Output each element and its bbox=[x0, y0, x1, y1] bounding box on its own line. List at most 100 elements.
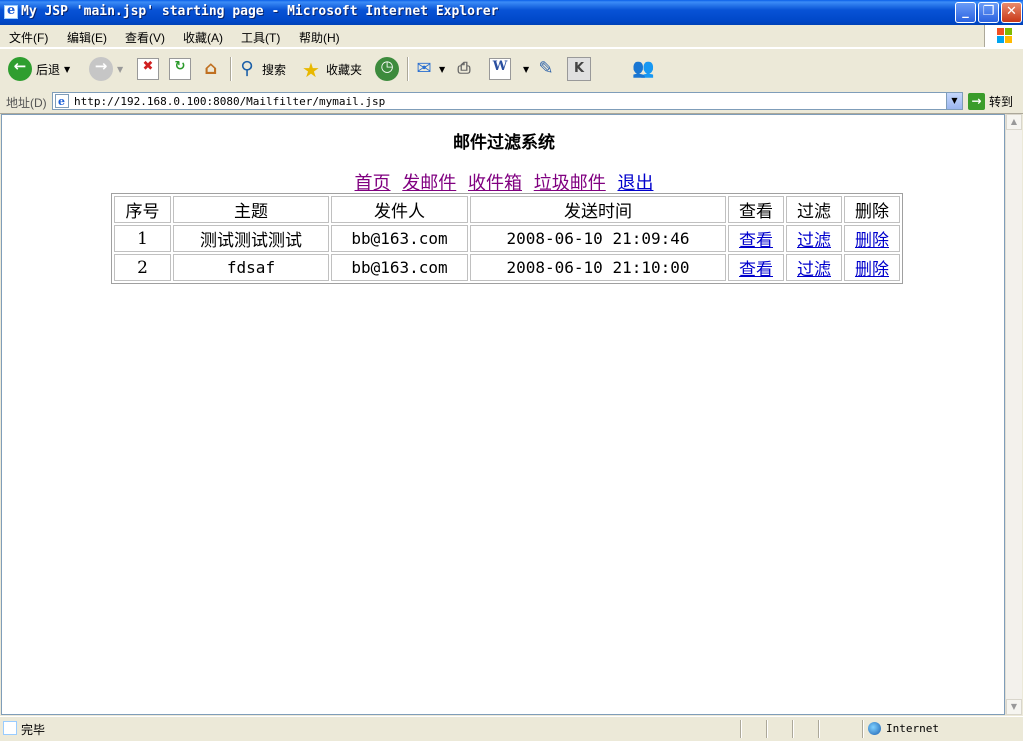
stop-icon: ✖ bbox=[137, 58, 159, 80]
close-button[interactable]: ✕ bbox=[1001, 2, 1022, 23]
k-icon: K bbox=[567, 57, 591, 81]
printer-icon: ⎙ bbox=[457, 58, 471, 77]
go-label: 转到 bbox=[989, 94, 1014, 109]
scroll-up-icon[interactable]: ▲ bbox=[1006, 114, 1022, 130]
mail-button[interactable]: ✉ ▼ bbox=[413, 55, 445, 83]
cell-subject: 测试测试测试 bbox=[173, 225, 329, 252]
search-icon: ⚲ bbox=[240, 58, 254, 79]
col-header-sender: 发件人 bbox=[331, 196, 468, 223]
mail-table: 序号 主题 发件人 发送时间 查看 过滤 删除 1 测试测试测试 bb@163.… bbox=[111, 193, 903, 284]
nav-spam-link[interactable]: 垃圾邮件 bbox=[534, 173, 606, 194]
page-viewport: 邮件过滤系统 首页 发邮件 收件箱 垃圾邮件 退出 序号 主题 发件人 发送时间… bbox=[1, 114, 1005, 715]
star-icon: ★ bbox=[302, 58, 320, 82]
filter-link[interactable]: 过滤 bbox=[797, 260, 831, 280]
address-input[interactable]: e http://192.168.0.100:8080/Mailfilter/m… bbox=[52, 92, 963, 110]
cell-number: 1 bbox=[114, 225, 171, 252]
cell-number: 2 bbox=[114, 254, 171, 281]
favorites-label: 收藏夹 bbox=[326, 62, 363, 77]
nav-compose-link[interactable]: 发邮件 bbox=[402, 173, 456, 194]
menu-file[interactable]: 文件(F) bbox=[9, 29, 48, 46]
col-header-delete: 删除 bbox=[844, 196, 900, 223]
search-button[interactable]: ⚲ 搜索 bbox=[236, 55, 286, 83]
print-button[interactable]: ⎙ bbox=[453, 55, 475, 83]
page-done-icon bbox=[3, 721, 17, 735]
word-icon: W bbox=[489, 58, 511, 80]
nav-logout-link[interactable]: 退出 bbox=[617, 173, 653, 194]
table-header-row: 序号 主题 发件人 发送时间 查看 过滤 删除 bbox=[114, 196, 900, 223]
stop-button[interactable]: ✖ bbox=[137, 55, 159, 83]
quill-icon: ✎ bbox=[538, 58, 554, 79]
k-tool-button[interactable]: K bbox=[567, 55, 591, 83]
svg-text:e: e bbox=[58, 95, 65, 108]
forward-button[interactable]: → ▼ bbox=[89, 55, 123, 83]
home-button[interactable]: ⌂ bbox=[200, 55, 222, 83]
cell-subject: fdsaf bbox=[173, 254, 329, 281]
address-label: 地址(D) bbox=[6, 96, 47, 110]
history-icon: ◷ bbox=[375, 57, 399, 81]
cell-sender: bb@163.com bbox=[331, 225, 468, 252]
refresh-icon: ↻ bbox=[169, 58, 191, 80]
view-link[interactable]: 查看 bbox=[739, 231, 773, 251]
col-header-filter: 过滤 bbox=[786, 196, 842, 223]
menu-edit[interactable]: 编辑(E) bbox=[67, 29, 107, 46]
address-url: http://192.168.0.100:8080/Mailfilter/mym… bbox=[74, 95, 386, 108]
col-header-time: 发送时间 bbox=[470, 196, 726, 223]
back-button[interactable]: ← 后退 ▼ bbox=[8, 55, 70, 83]
search-label: 搜索 bbox=[262, 62, 287, 77]
messenger-icon: 👥 bbox=[632, 58, 655, 79]
cell-sender: bb@163.com bbox=[331, 254, 468, 281]
scroll-down-icon[interactable]: ▼ bbox=[1006, 699, 1022, 715]
ie-page-icon: e bbox=[55, 94, 69, 108]
messenger-button[interactable]: 👥 bbox=[632, 55, 654, 83]
go-arrow-icon: → bbox=[968, 92, 985, 110]
forward-dropdown-icon[interactable]: ▼ bbox=[117, 65, 123, 74]
messenger-tool-button[interactable]: ✎ bbox=[535, 55, 557, 83]
cell-time: 2008-06-10 21:09:46 bbox=[470, 225, 726, 252]
windows-logo-icon bbox=[984, 25, 1023, 47]
nav-links: 首页 发邮件 收件箱 垃圾邮件 退出 bbox=[2, 169, 1004, 195]
history-button[interactable]: ◷ bbox=[375, 55, 399, 83]
minimize-button[interactable]: _ bbox=[955, 2, 976, 23]
toolbar: ← 后退 ▼ → ▼ ✖ ↻ ⌂ ⚲ 搜索 ★ 收藏夹 ◷ ✉ ▼ ⎙ W ▼ … bbox=[0, 48, 1023, 91]
menu-favorites[interactable]: 收藏(A) bbox=[183, 29, 223, 46]
status-bar: 完毕 Internet bbox=[0, 716, 1023, 741]
maximize-button[interactable]: ❐ bbox=[978, 2, 999, 23]
delete-link[interactable]: 删除 bbox=[855, 231, 889, 251]
address-dropdown-icon[interactable]: ▼ bbox=[946, 93, 962, 109]
favorites-button[interactable]: ★ 收藏夹 bbox=[300, 55, 362, 83]
edit-dropdown-icon[interactable]: ▼ bbox=[523, 65, 529, 74]
menu-view[interactable]: 查看(V) bbox=[125, 29, 165, 46]
menu-bar: 文件(F) 编辑(E) 查看(V) 收藏(A) 工具(T) 帮助(H) bbox=[0, 25, 1023, 48]
view-link[interactable]: 查看 bbox=[739, 260, 773, 280]
filter-link[interactable]: 过滤 bbox=[797, 231, 831, 251]
col-header-subject: 主题 bbox=[173, 196, 329, 223]
nav-inbox-link[interactable]: 收件箱 bbox=[468, 173, 522, 194]
zone-label: Internet bbox=[886, 722, 939, 735]
back-dropdown-icon[interactable]: ▼ bbox=[64, 65, 70, 74]
window-title: My JSP 'main.jsp' starting page - Micros… bbox=[21, 4, 499, 19]
menu-help[interactable]: 帮助(H) bbox=[299, 29, 340, 46]
mail-icon: ✉ bbox=[416, 58, 432, 79]
title-bar[interactable]: My JSP 'main.jsp' starting page - Micros… bbox=[0, 0, 1023, 25]
page-title: 邮件过滤系统 bbox=[453, 133, 555, 153]
cell-time: 2008-06-10 21:10:00 bbox=[470, 254, 726, 281]
delete-link[interactable]: 删除 bbox=[855, 260, 889, 280]
internet-globe-icon bbox=[868, 722, 881, 735]
menu-tools[interactable]: 工具(T) bbox=[241, 29, 280, 46]
address-bar: 地址(D) e http://192.168.0.100:8080/Mailfi… bbox=[0, 90, 1023, 114]
mail-dropdown-icon[interactable]: ▼ bbox=[439, 65, 445, 74]
go-button[interactable]: → 转到 bbox=[968, 92, 1013, 110]
table-row: 2 fdsaf bb@163.com 2008-06-10 21:10:00 查… bbox=[114, 254, 900, 281]
home-icon: ⌂ bbox=[204, 58, 218, 79]
col-header-number: 序号 bbox=[114, 196, 171, 223]
nav-home-link[interactable]: 首页 bbox=[355, 173, 391, 194]
ie-icon bbox=[4, 3, 18, 19]
back-label: 后退 bbox=[36, 62, 61, 77]
back-arrow-icon: ← bbox=[8, 57, 32, 81]
col-header-view: 查看 bbox=[728, 196, 784, 223]
edit-button[interactable]: W ▼ bbox=[489, 55, 529, 83]
table-row: 1 测试测试测试 bb@163.com 2008-06-10 21:09:46 … bbox=[114, 225, 900, 252]
forward-arrow-icon: → bbox=[89, 57, 113, 81]
vertical-scrollbar[interactable]: ▲ ▼ bbox=[1005, 114, 1022, 715]
refresh-button[interactable]: ↻ bbox=[169, 55, 191, 83]
